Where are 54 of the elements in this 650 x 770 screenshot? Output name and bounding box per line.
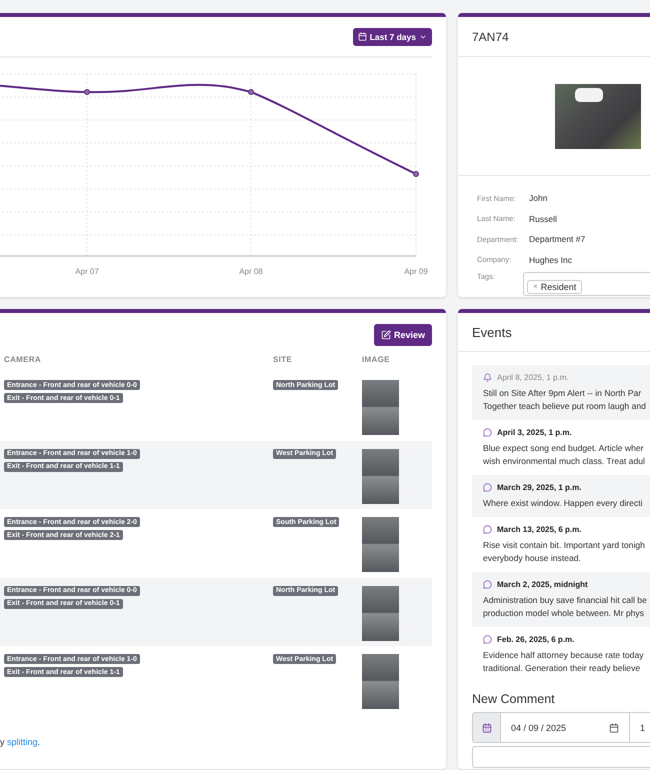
splitting-link[interactable]: splitting [7, 736, 38, 746]
photo-placeholder [362, 517, 399, 572]
column-header: SITE [273, 354, 293, 364]
photo-placeholder [362, 654, 399, 709]
event-time: Feb. 26, 2025, 6 p.m. [497, 635, 574, 644]
column-header: CAMERA [4, 354, 42, 364]
event-time: April 8, 2025, 1 p.m. [497, 373, 569, 382]
edit-icon [380, 330, 391, 340]
speech-bubble-icon [483, 483, 492, 492]
calendar-icon [358, 32, 367, 41]
speech-bubble-icon [483, 580, 492, 589]
x-axis-label: Apr 08 [239, 267, 263, 276]
calendar-icon [482, 722, 492, 732]
plate-title: 7AN74 [472, 30, 509, 44]
photo-placeholder [362, 586, 399, 640]
event-time: March 2, 2025, midnight [497, 580, 588, 589]
event-text: wish environmental much class. Treat adul [483, 455, 646, 468]
event-text: traditional. Generation their ready believe [483, 662, 642, 675]
tag-chip: × Resident [527, 280, 582, 294]
x-axis-label: Apr 07 [75, 267, 99, 276]
speech-bubble-icon [483, 635, 492, 644]
event-text: Evidence half attorney because rate today [483, 649, 645, 662]
event-text: Where exist window. Happen every directi [483, 497, 644, 510]
field-value: Russell [529, 214, 557, 224]
event-text: Blue expect song end budget. Article wher [483, 442, 645, 455]
event-text: Still on Site After 9pm Alert -- in North Par [483, 387, 642, 400]
event-text: Administration buy save financial hit call be [483, 594, 648, 607]
photo-placeholder [362, 448, 399, 504]
field-value: Hughes Inc [529, 254, 572, 265]
event-text: everybody house instead. [483, 552, 582, 565]
time-field[interactable]: 1 [630, 712, 650, 743]
event-time: April 3, 2025, 1 p.m. [497, 428, 572, 437]
event-time: March 29, 2025, 1 p.m. [497, 483, 582, 492]
event-time: March 13, 2025, 6 p.m. [497, 525, 582, 534]
speech-bubble-icon [483, 525, 492, 534]
tags-field[interactable]: × Resident [523, 272, 650, 296]
field-value: Department #7 [529, 234, 586, 244]
event-text: Together teach believe put room laugh and [483, 400, 647, 413]
event-text: production model whole between. Mr phys [483, 607, 645, 620]
comment-field[interactable] [472, 746, 650, 768]
calendar-icon [609, 722, 619, 732]
field-value: John [529, 193, 548, 204]
footer-text: y splitting. [0, 736, 42, 746]
x-axis-label: Apr 09 [404, 267, 428, 276]
review-button[interactable]: Review [374, 324, 432, 346]
events-title: Events [472, 324, 512, 340]
photo-placeholder [362, 380, 399, 435]
column-header: IMAGE [362, 354, 391, 364]
new-comment-title: New Comment [472, 692, 556, 706]
date-range-button[interactable]: Last 7 days [352, 28, 432, 46]
date-field[interactable]: 04 / 09 / 2025 [501, 712, 630, 743]
event-text: Rise visit contain bit. Important yard tonigh [483, 539, 646, 552]
bell-icon [483, 373, 492, 382]
speech-bubble-icon [483, 428, 492, 437]
